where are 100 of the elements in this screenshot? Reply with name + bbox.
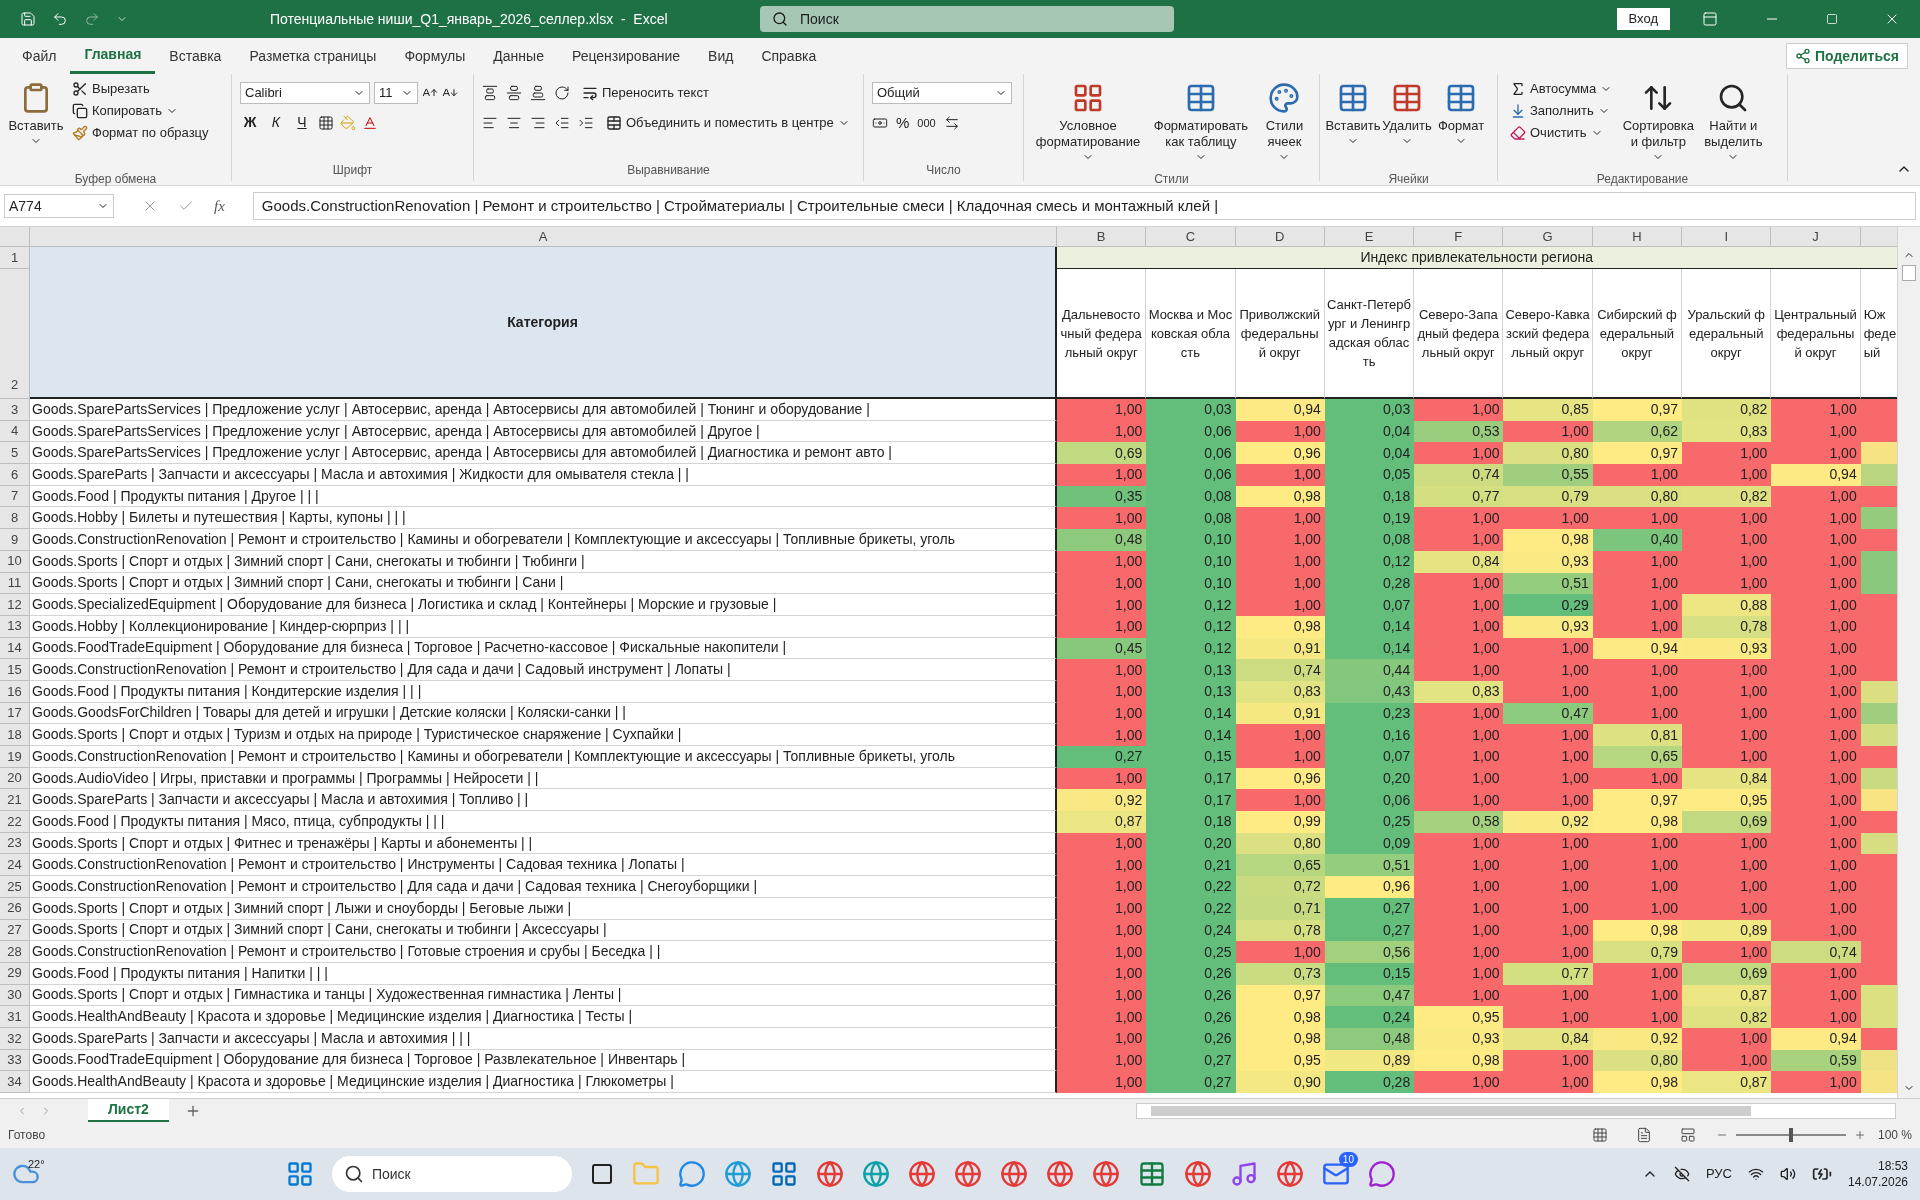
paste-button[interactable]: Вставить: [8, 78, 64, 170]
row-header[interactable]: 28: [0, 941, 30, 963]
restore-icon[interactable]: [1826, 13, 1838, 25]
clock-date[interactable]: 14.07.2026: [1847, 1174, 1908, 1190]
align-right-icon[interactable]: [530, 115, 546, 131]
column-header[interactable]: C: [1146, 227, 1236, 247]
browser-icon[interactable]: [1091, 1160, 1120, 1188]
align-middle-icon[interactable]: [506, 85, 522, 101]
align-top-icon[interactable]: [482, 85, 498, 101]
spreadsheet-icon[interactable]: [1137, 1160, 1166, 1188]
align-bottom-icon[interactable]: [530, 85, 546, 101]
wrap-text-button[interactable]: Переносить текст: [578, 82, 713, 104]
row-header[interactable]: 1: [0, 247, 30, 269]
menu-tab[interactable]: Рецензирование: [557, 38, 695, 74]
redo-icon[interactable]: [84, 11, 100, 27]
column-header[interactable]: I: [1682, 227, 1772, 247]
ribbon-display-icon[interactable]: [1702, 11, 1718, 27]
row-header[interactable]: 26: [0, 897, 30, 920]
clock-time[interactable]: 18:53: [1878, 1158, 1908, 1174]
align-left-icon[interactable]: [482, 115, 498, 131]
row-header[interactable]: 30: [0, 984, 30, 1007]
autosum-button[interactable]: Автосумма: [1506, 78, 1617, 100]
row-header[interactable]: 18: [0, 724, 30, 746]
decimal-icon[interactable]: [943, 115, 960, 132]
row-header[interactable]: 24: [0, 854, 30, 877]
row-header[interactable]: 25: [0, 876, 30, 898]
app-icon[interactable]: [1367, 1160, 1396, 1188]
column-header[interactable]: F: [1414, 227, 1504, 247]
bold-button[interactable]: Ж: [240, 112, 260, 133]
eye-off-icon[interactable]: [1673, 1166, 1690, 1182]
row-header[interactable]: 8: [0, 507, 30, 530]
fill-color-icon[interactable]: [340, 114, 356, 131]
find-select-button[interactable]: Найти и выделить: [1700, 78, 1767, 170]
taskbar-search-field[interactable]: Поиск: [331, 1156, 572, 1192]
sign-in-button[interactable]: Вход: [1616, 8, 1670, 30]
row-header[interactable]: 7: [0, 485, 30, 508]
browser-icon[interactable]: [907, 1160, 936, 1188]
row-header[interactable]: 19: [0, 746, 30, 768]
row-header[interactable]: 31: [0, 1006, 30, 1028]
clear-button[interactable]: Очистить: [1506, 122, 1617, 144]
format-painter-button[interactable]: Формат по образцу: [68, 122, 213, 144]
zoom-level[interactable]: 100 %: [1877, 1126, 1912, 1144]
row-header[interactable]: 15: [0, 659, 30, 681]
menu-tab[interactable]: Вставка: [155, 38, 236, 74]
scroll-thumb[interactable]: [1901, 265, 1916, 281]
percent-button[interactable]: %: [896, 112, 910, 135]
cells-button[interactable]: Формат: [1436, 78, 1486, 170]
row-header[interactable]: 29: [0, 962, 30, 985]
column-header[interactable]: E: [1324, 227, 1415, 247]
sheet-tab[interactable]: Лист2: [88, 1099, 169, 1122]
zoom-thumb[interactable]: [1788, 1128, 1793, 1142]
column-header[interactable]: J: [1771, 227, 1861, 247]
align-center-icon[interactable]: [506, 115, 522, 131]
row-header[interactable]: 12: [0, 594, 30, 616]
horizontal-scrollbar[interactable]: [1136, 1102, 1896, 1119]
row-header[interactable]: 4: [0, 420, 30, 443]
volume-icon[interactable]: [1779, 1166, 1796, 1182]
browser-icon[interactable]: [953, 1160, 982, 1188]
page-layout-icon[interactable]: [1635, 1127, 1652, 1143]
row-header[interactable]: 33: [0, 1049, 30, 1072]
row-header[interactable]: 14: [0, 637, 30, 660]
row-header[interactable]: 16: [0, 680, 30, 703]
merge-center-button[interactable]: Объединить и поместить в центре: [602, 112, 854, 134]
row-header[interactable]: 11: [0, 572, 30, 595]
styles-button[interactable]: Форматировать как таблицу: [1148, 78, 1254, 170]
thousands-button[interactable]: 000: [917, 115, 936, 132]
cut-button[interactable]: Вырезать: [68, 78, 213, 100]
music-icon[interactable]: [1229, 1160, 1258, 1188]
row-header[interactable]: 6: [0, 464, 30, 486]
name-box[interactable]: A774: [4, 194, 114, 218]
row-header[interactable]: 3: [0, 399, 30, 421]
menu-tab[interactable]: Разметка страницы: [235, 38, 391, 74]
borders-icon[interactable]: [318, 114, 334, 131]
browser-icon[interactable]: [1045, 1160, 1074, 1188]
browser-icon[interactable]: [861, 1160, 890, 1188]
store-icon[interactable]: [769, 1160, 798, 1188]
share-button[interactable]: Поделиться: [1785, 43, 1908, 69]
column-header[interactable]: B: [1057, 227, 1147, 247]
styles-button[interactable]: Стили ячеек: [1257, 78, 1311, 170]
italic-button[interactable]: К: [266, 112, 286, 133]
font-color-icon[interactable]: [362, 114, 378, 131]
row-header[interactable]: 32: [0, 1027, 30, 1050]
column-header[interactable]: G: [1503, 227, 1593, 247]
start-icon[interactable]: [285, 1160, 314, 1188]
row-header[interactable]: 13: [0, 615, 30, 638]
page-break-icon[interactable]: [1679, 1127, 1696, 1143]
menu-tab[interactable]: Вид: [694, 38, 748, 74]
font-size-field[interactable]: 11: [374, 82, 418, 104]
cells-button[interactable]: Вставить: [1328, 78, 1378, 170]
underline-button[interactable]: Ч: [292, 112, 312, 133]
app-icon[interactable]: [677, 1160, 706, 1188]
row-header[interactable]: 23: [0, 832, 30, 855]
task-view-icon[interactable]: [589, 1162, 614, 1186]
font-name-field[interactable]: Calibri: [240, 82, 370, 104]
wifi-icon[interactable]: [1747, 1166, 1764, 1182]
browser-icon[interactable]: [815, 1160, 844, 1188]
number-format-field[interactable]: Общий: [872, 82, 1012, 104]
sort-filter-button[interactable]: Сортировка и фильтр: [1620, 78, 1697, 170]
search-field[interactable]: Поиск: [760, 6, 1174, 32]
row-header[interactable]: 21: [0, 789, 30, 812]
